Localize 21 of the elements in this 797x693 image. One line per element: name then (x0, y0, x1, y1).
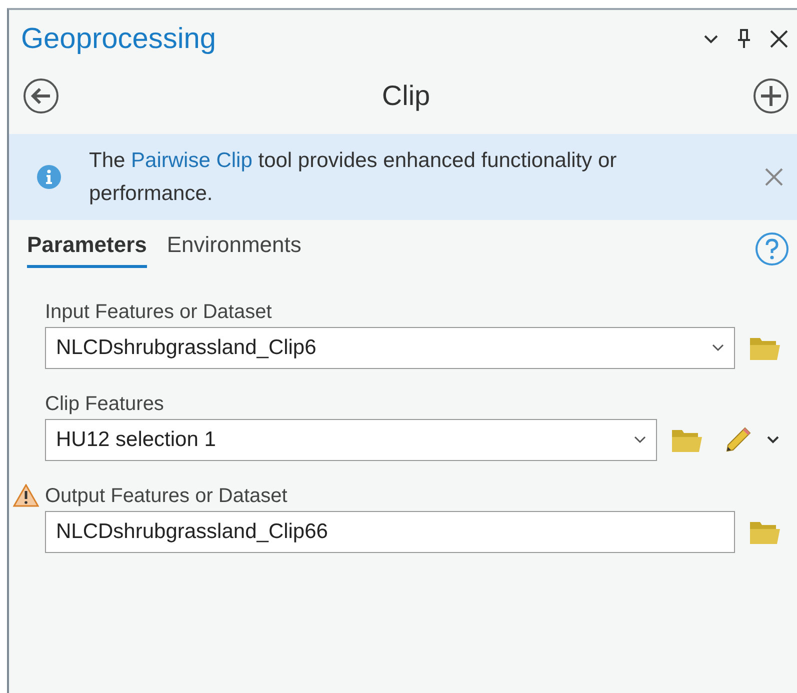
parameter-label: Output Features or Dataset (45, 484, 288, 508)
tab[interactable]: Parameters (27, 232, 147, 268)
caret-icon (712, 344, 724, 352)
info-message: The Pairwise Clip tool provides enhanced functionality or performance. (89, 148, 618, 207)
chevron-down-icon[interactable] (703, 33, 719, 45)
tool-title: Clip (380, 80, 432, 112)
parameter-label: Clip Features (45, 392, 164, 416)
text-field[interactable]: NLCDshrubgrassland_Clip66 (45, 511, 735, 553)
help-icon[interactable] (755, 232, 789, 266)
tab[interactable]: Environments (166, 232, 302, 268)
info-icon (37, 165, 61, 189)
pin-icon[interactable] (737, 29, 751, 49)
dropdown-field[interactable]: HU12 selection 1 (45, 419, 657, 461)
dropdown-field[interactable]: NLCDshrubgrassland_Clip6 (45, 327, 735, 369)
caret-icon (634, 436, 646, 444)
pairwise-clip-link[interactable]: Pairwise Clip (131, 149, 252, 172)
plus-circle-icon[interactable] (753, 78, 789, 114)
pane-title: Geoprocessing (21, 22, 218, 56)
close-icon[interactable] (769, 29, 789, 49)
parameter-label: Input Features or Dataset (45, 300, 272, 324)
caret-icon[interactable] (767, 436, 779, 444)
